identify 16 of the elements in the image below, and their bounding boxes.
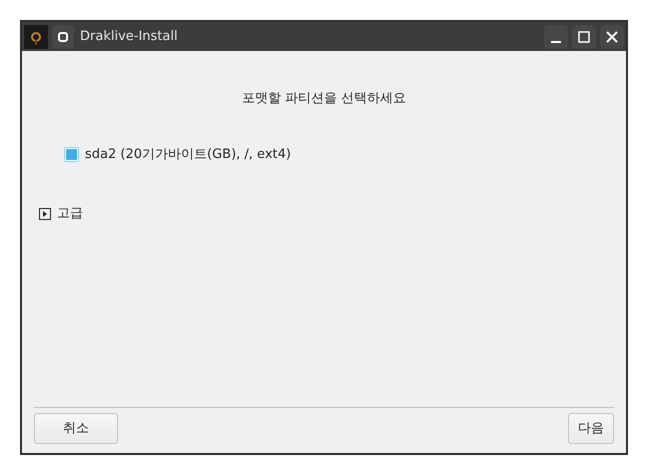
maximize-button[interactable] <box>572 24 596 48</box>
cancel-button[interactable]: 취소 <box>34 413 118 444</box>
close-icon <box>605 30 619 44</box>
window-menu-button[interactable] <box>52 24 74 48</box>
advanced-expander[interactable]: 고급 <box>39 204 83 224</box>
window-menu-icon <box>57 30 69 42</box>
next-button[interactable]: 다음 <box>568 413 614 444</box>
app-icon <box>24 24 48 48</box>
heading: 포맷할 파티션을 선택하세요 <box>240 90 408 108</box>
window-title: Draklive-Install <box>80 28 178 46</box>
partition-checkbox[interactable]: sda2 (20기가바이트(GB), /, ext4) <box>64 144 614 164</box>
maximize-icon <box>577 30 591 44</box>
checkbox[interactable] <box>64 146 79 162</box>
close-button[interactable] <box>600 24 624 48</box>
minimize-button[interactable] <box>544 24 568 48</box>
minimize-icon <box>549 40 563 42</box>
